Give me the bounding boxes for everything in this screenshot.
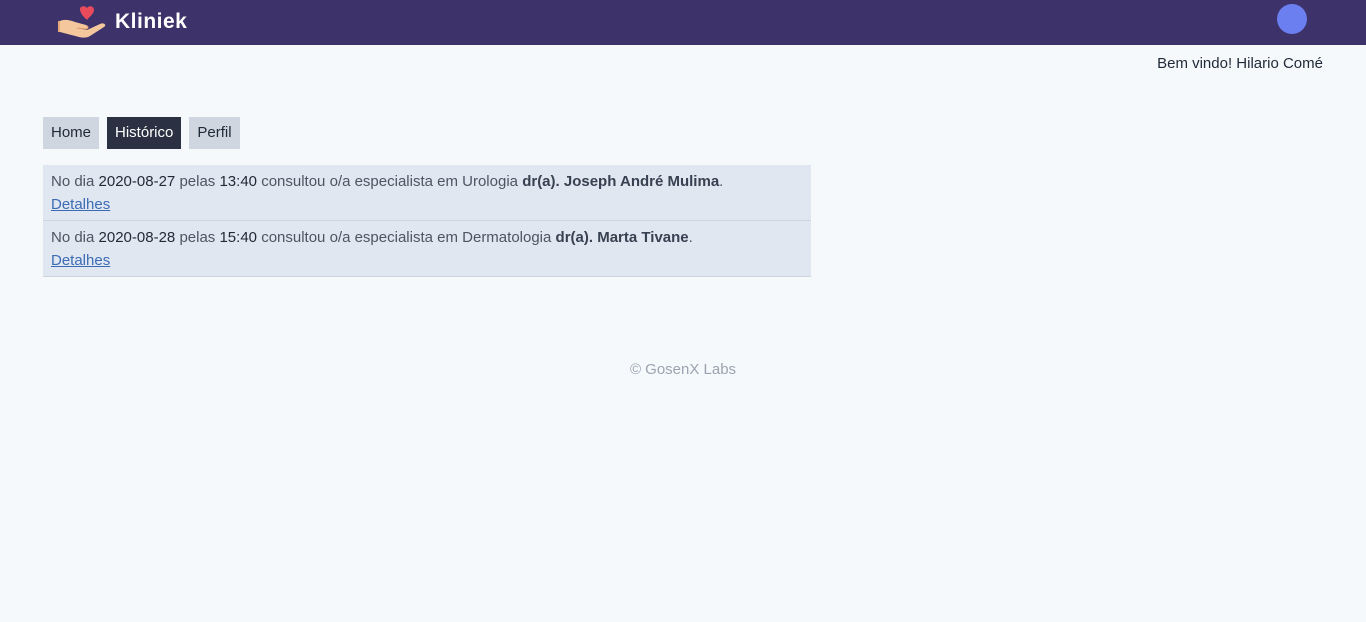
details-link[interactable]: Detalhes <box>51 196 110 213</box>
history-text: No dia 2020-08-28 pelas 15:40 consultou … <box>51 226 803 249</box>
top-navbar: Kliniek <box>0 0 1366 45</box>
history-specialty: Dermatologia <box>462 229 552 246</box>
list-item: No dia 2020-08-28 pelas 15:40 consultou … <box>43 221 811 277</box>
history-at: pelas <box>179 229 216 246</box>
history-middle: consultou o/a especialista em <box>261 173 458 190</box>
tab-historico[interactable]: Histórico <box>107 117 182 149</box>
history-list: No dia 2020-08-27 pelas 13:40 consultou … <box>43 165 811 277</box>
user-avatar[interactable] <box>1277 4 1307 34</box>
history-prefix: No dia <box>51 173 95 190</box>
history-time: 15:40 <box>219 229 258 246</box>
history-at: pelas <box>179 173 216 190</box>
history-middle: consultou o/a especialista em <box>261 229 458 246</box>
brand-home-link[interactable]: Kliniek <box>58 5 187 39</box>
history-specialty: Urologia <box>462 173 519 190</box>
history-date: 2020-08-27 <box>98 173 176 190</box>
history-doctor: dr(a). Joseph André Mulima <box>522 173 720 190</box>
hand-holding-heart-icon <box>58 6 106 38</box>
tab-bar: Home Histórico Perfil <box>43 117 248 149</box>
history-end: . <box>688 229 693 246</box>
history-prefix: No dia <box>51 229 95 246</box>
history-time: 13:40 <box>219 173 258 190</box>
details-link[interactable]: Detalhes <box>51 252 110 269</box>
tab-perfil[interactable]: Perfil <box>189 117 240 149</box>
history-text: No dia 2020-08-27 pelas 13:40 consultou … <box>51 170 803 193</box>
history-doctor: dr(a). Marta Tivane <box>555 229 689 246</box>
history-date: 2020-08-28 <box>98 229 176 246</box>
tab-home[interactable]: Home <box>43 117 100 149</box>
history-end: . <box>719 173 724 190</box>
footer-copyright: © GosenX Labs <box>629 361 737 378</box>
list-item: No dia 2020-08-27 pelas 13:40 consultou … <box>43 165 811 221</box>
welcome-message: Bem vindo! Hilario Comé <box>1157 55 1323 72</box>
brand-name: Kliniek <box>115 10 188 33</box>
